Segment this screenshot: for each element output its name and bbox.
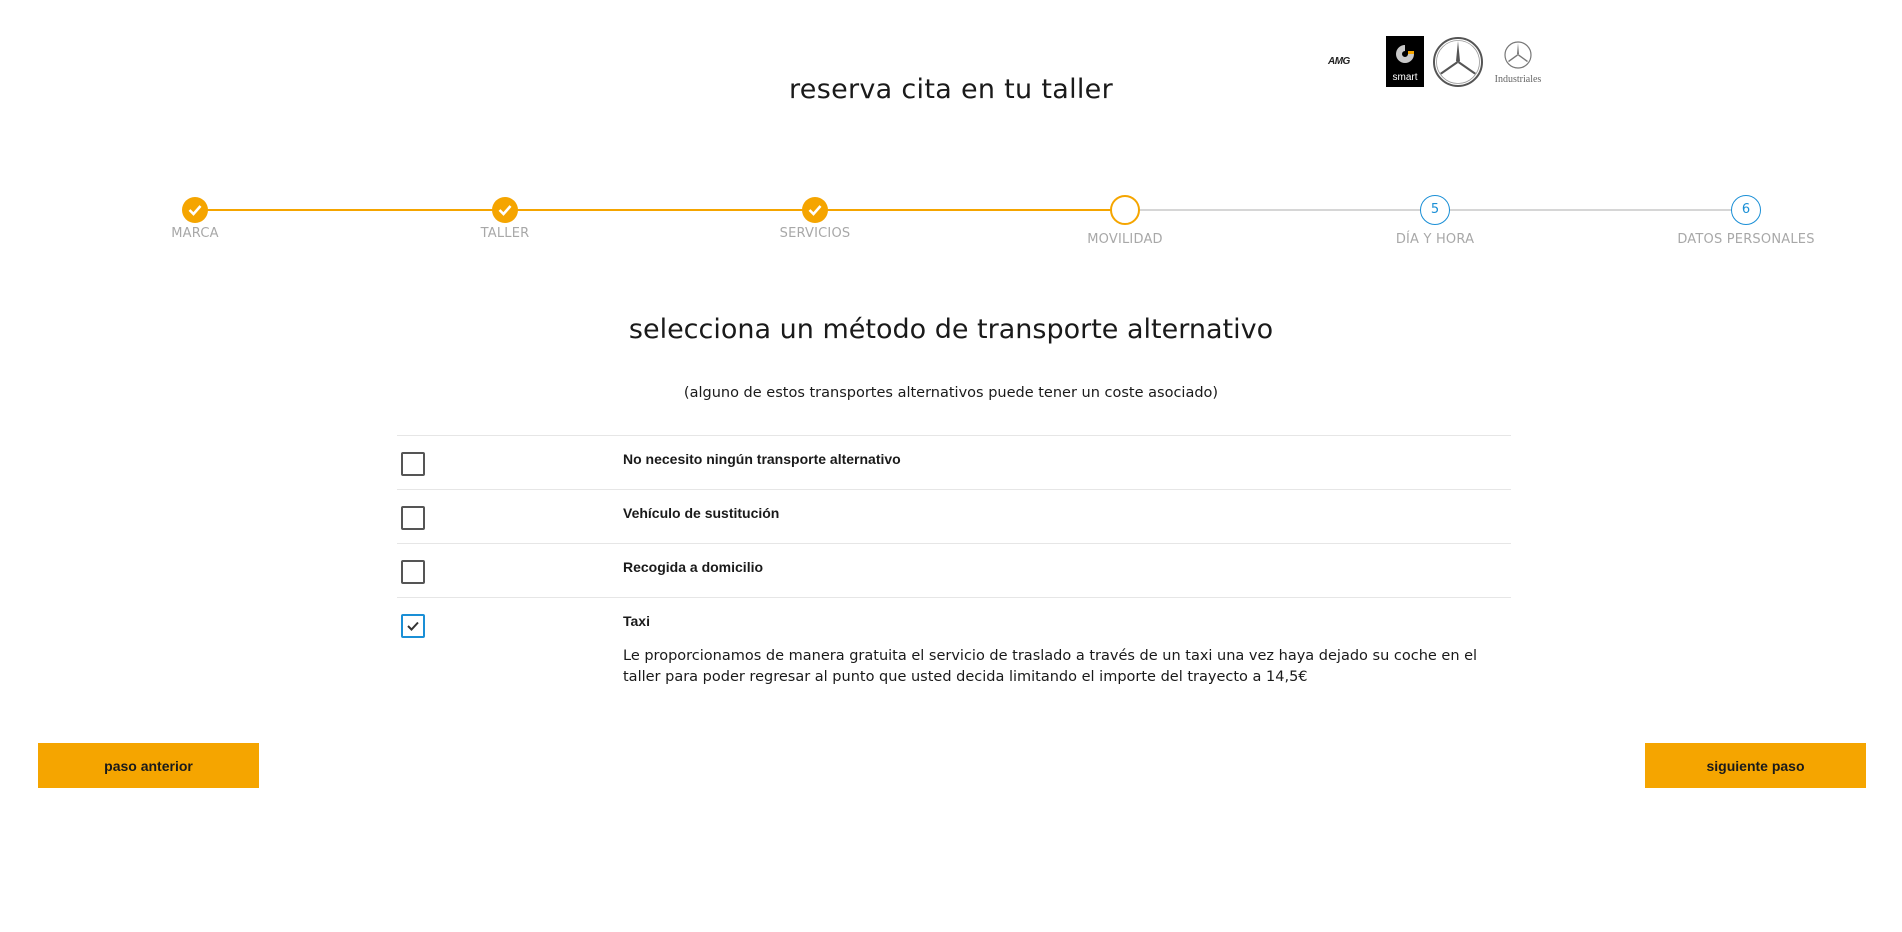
step-label: SERVICIOS	[779, 226, 851, 241]
stepper-line-completed	[195, 209, 1125, 211]
checkmark-icon	[407, 621, 419, 631]
smart-logo-text: smart	[1392, 72, 1418, 83]
step-datos-personales: 6 DATOS PERSONALES	[1666, 195, 1826, 247]
page-title: reserva cita en tu taller	[789, 74, 1113, 105]
option-label: Vehículo de sustitución	[623, 505, 780, 521]
option-label: No necesito ningún transporte alternativ…	[623, 451, 901, 467]
option-vehiculo-sustitucion[interactable]: Vehículo de sustitución	[397, 489, 1511, 543]
step-label: TALLER	[480, 226, 530, 241]
transport-options-list: No necesito ningún transporte alternativ…	[397, 435, 1511, 693]
step-marca[interactable]: MARCA	[115, 195, 275, 241]
option-checkbox-checked[interactable]	[401, 614, 425, 638]
option-taxi[interactable]: Taxi Le proporcionamos de manera gratuit…	[397, 597, 1511, 693]
step-current-circle	[1110, 195, 1140, 225]
mercedes-star-logo	[1432, 36, 1484, 88]
step-label: DATOS PERSONALES	[1677, 232, 1815, 247]
section-title: selecciona un método de transporte alter…	[628, 314, 1274, 345]
step-number: 5	[1420, 195, 1450, 225]
amg-logo-text: AMG	[1328, 56, 1350, 67]
progress-stepper: MARCA TALLER SERVICIOS MOVILIDAD 5 DÍA Y…	[0, 195, 1902, 255]
step-check-icon	[802, 197, 828, 223]
option-description: Le proporcionamos de manera gratuita el …	[623, 648, 1478, 685]
option-checkbox[interactable]	[401, 452, 425, 476]
mercedes-industriales-logo: Industriales	[1490, 40, 1546, 86]
step-label: MOVILIDAD	[1087, 232, 1163, 247]
mercedes-star-icon	[1433, 37, 1483, 87]
option-recogida-domicilio[interactable]: Recogida a domicilio	[397, 543, 1511, 597]
step-check-icon	[492, 197, 518, 223]
step-number: 6	[1731, 195, 1761, 225]
industriales-text: Industriales	[1494, 74, 1542, 85]
option-label: Taxi	[623, 613, 650, 629]
mercedes-star-small-icon	[1504, 41, 1532, 69]
step-dia-y-hora: 5 DÍA Y HORA	[1355, 195, 1515, 247]
option-no-transporte[interactable]: No necesito ningún transporte alternativ…	[397, 435, 1511, 489]
section-subtitle: (alguno de estos transportes alternativo…	[683, 385, 1219, 401]
previous-step-button[interactable]: paso anterior	[38, 743, 259, 788]
smart-logo-icon	[1396, 45, 1414, 63]
amg-logo: AMG	[1328, 56, 1378, 68]
step-servicios[interactable]: SERVICIOS	[735, 195, 895, 241]
step-check-icon	[182, 197, 208, 223]
step-label: DÍA Y HORA	[1395, 232, 1475, 247]
step-taller[interactable]: TALLER	[425, 195, 585, 241]
next-step-button[interactable]: siguiente paso	[1645, 743, 1866, 788]
option-checkbox[interactable]	[401, 506, 425, 530]
smart-logo: smart	[1386, 36, 1424, 87]
option-checkbox[interactable]	[401, 560, 425, 584]
option-label: Recogida a domicilio	[623, 559, 764, 575]
step-label: MARCA	[171, 226, 219, 241]
step-movilidad: MOVILIDAD	[1045, 195, 1205, 247]
